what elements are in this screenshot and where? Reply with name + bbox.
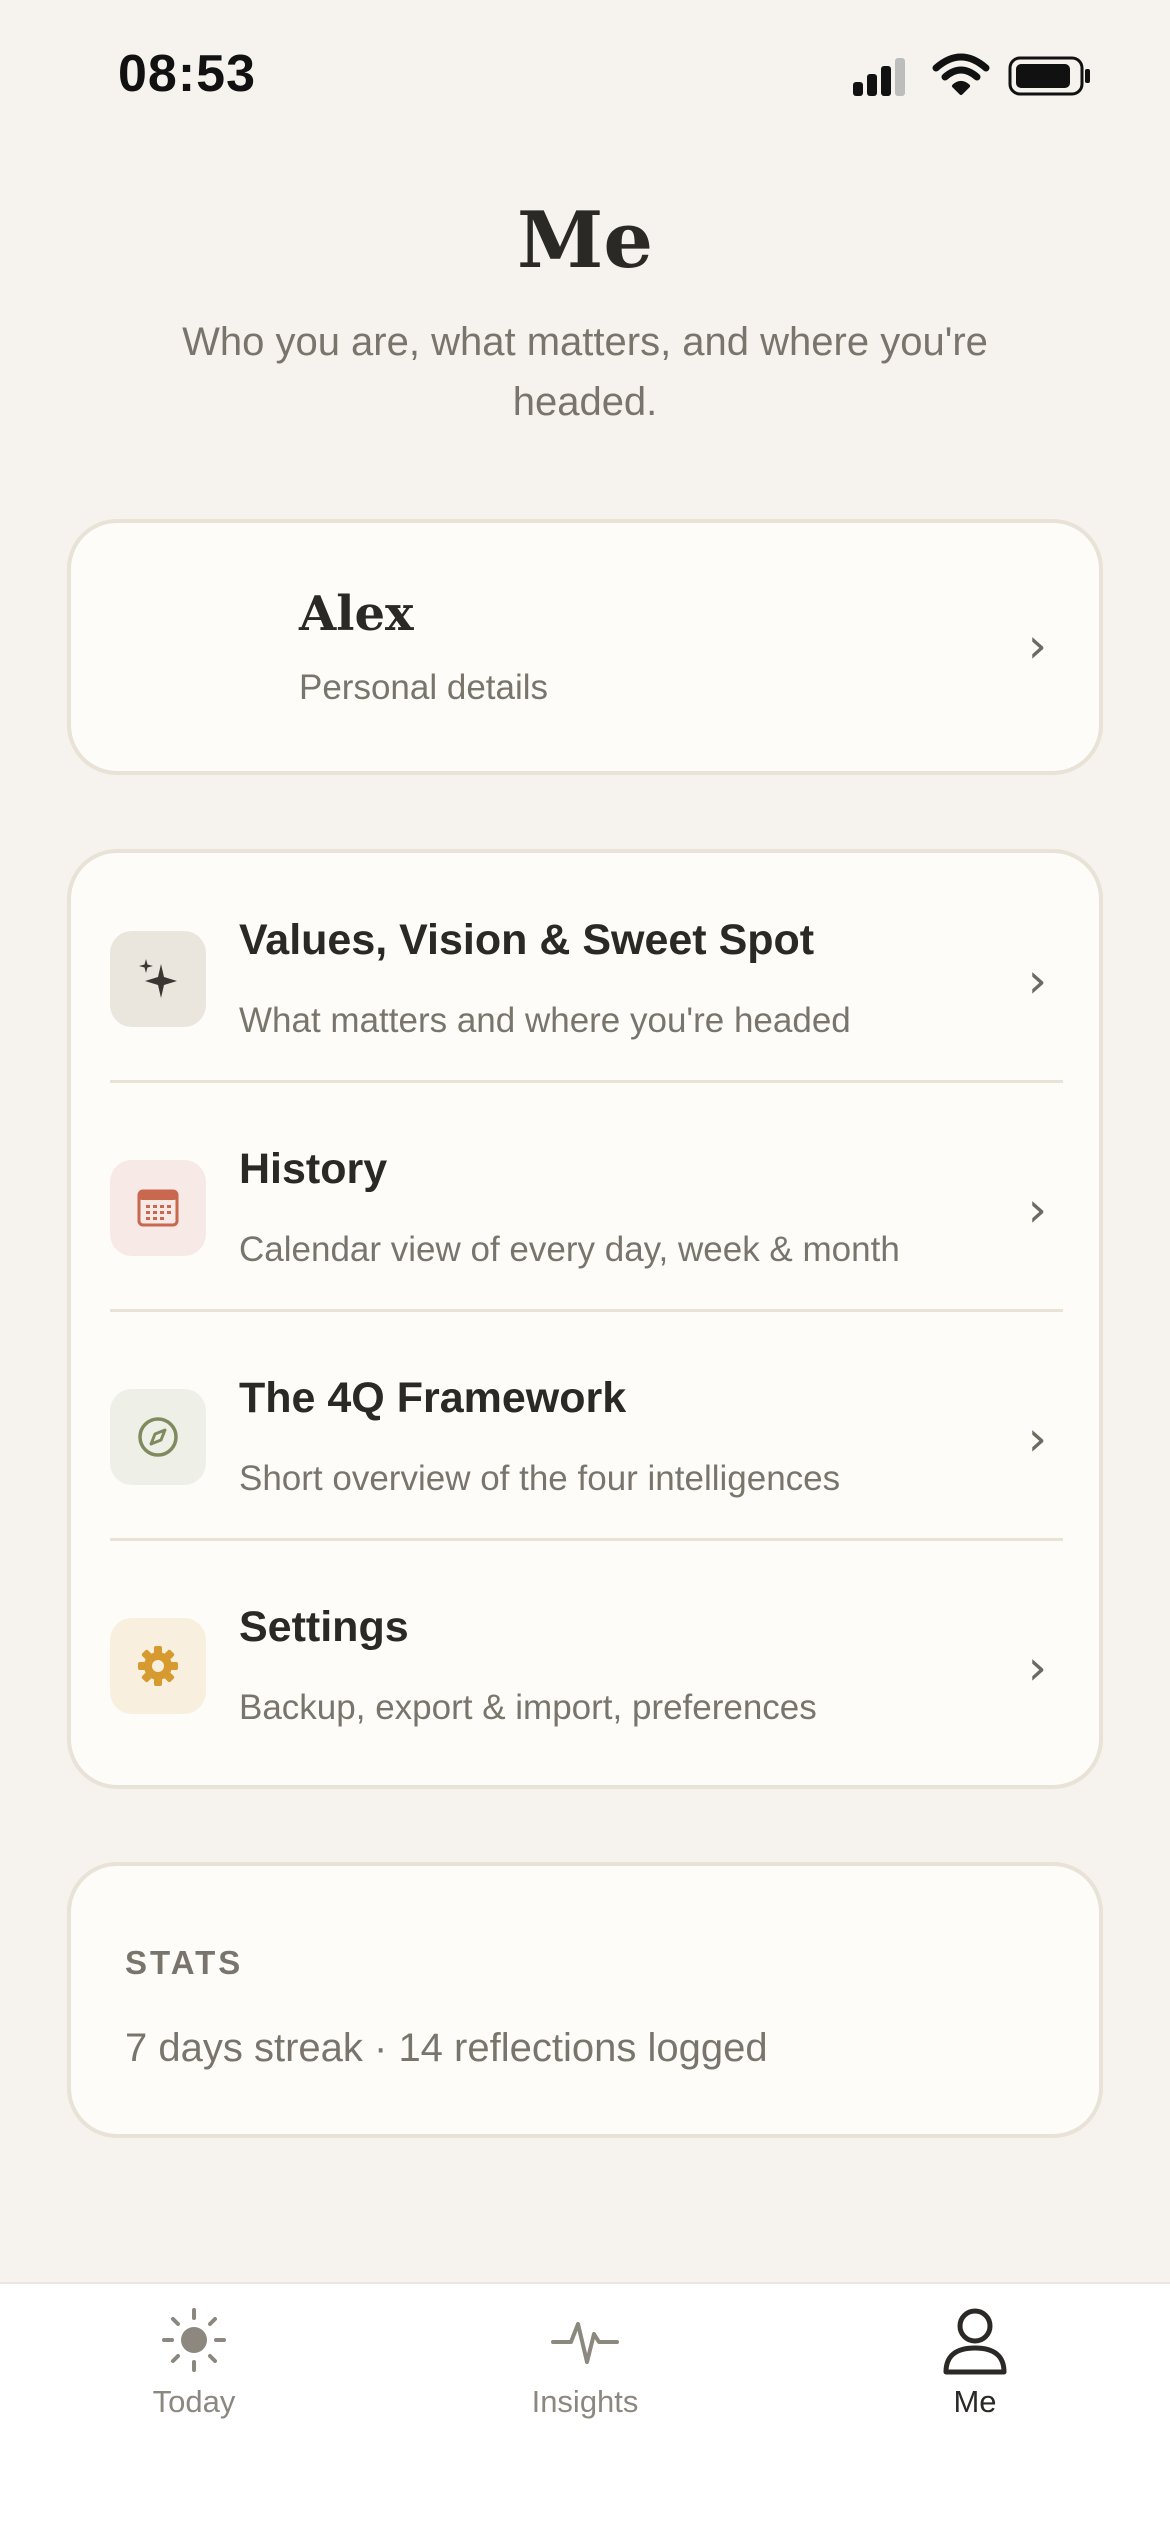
tab-me[interactable]: Me: [875, 2304, 1075, 2434]
calendar-icon: [110, 1160, 206, 1256]
tab-bar: Today Insights Me: [0, 2282, 1170, 2532]
gear-icon: [110, 1618, 206, 1714]
menu-item-values-vision[interactable]: Values, Vision & Sweet Spot What matters…: [71, 853, 1099, 1080]
chevron-right-icon: ›: [1027, 953, 1047, 1009]
profile-card[interactable]: Alex Personal details ›: [67, 519, 1103, 775]
menu-item-subtitle: Backup, export & import, preferences: [239, 1688, 817, 1727]
chevron-right-icon: ›: [1027, 618, 1047, 674]
menu-item-title: Values, Vision & Sweet Spot: [239, 916, 815, 964]
compass-icon: [110, 1389, 206, 1485]
menu-card: Values, Vision & Sweet Spot What matters…: [67, 849, 1103, 1789]
menu-item-4q-framework[interactable]: The 4Q Framework Short overview of the f…: [71, 1311, 1099, 1538]
battery-icon: [1008, 56, 1092, 101]
person-icon: [943, 2308, 1007, 2375]
menu-item-settings[interactable]: Settings Backup, export & import, prefer…: [71, 1540, 1099, 1767]
tab-insights[interactable]: Insights: [485, 2304, 685, 2434]
stats-label: STATS: [125, 1944, 244, 1981]
chevron-right-icon: ›: [1027, 1182, 1047, 1238]
status-bar: 08:53: [0, 0, 1170, 150]
me-screen: 08:53 Me Who you are, what matters, and …: [0, 0, 1170, 2532]
profile-subtitle: Personal details: [299, 668, 549, 707]
sun-icon: [162, 2308, 226, 2372]
tab-label: Insights: [531, 2384, 639, 2419]
profile-name: Alex: [299, 586, 414, 642]
stats-card: STATS 7 days streak · 14 reflections log…: [67, 1862, 1103, 2138]
page-title: Me: [517, 195, 653, 286]
pulse-icon: [551, 2322, 619, 2364]
chevron-right-icon: ›: [1027, 1640, 1047, 1696]
menu-item-title: Settings: [239, 1603, 409, 1651]
tab-label: Me: [953, 2384, 997, 2419]
menu-item-subtitle: What matters and where you're headed: [239, 1001, 851, 1040]
menu-item-subtitle: Short overview of the four intelligences: [239, 1459, 841, 1498]
menu-item-subtitle: Calendar view of every day, week & month: [239, 1230, 900, 1269]
tab-label: Today: [152, 2384, 236, 2419]
chevron-right-icon: ›: [1027, 1411, 1047, 1467]
wifi-icon: [932, 52, 990, 101]
status-time: 08:53: [118, 45, 256, 103]
cellular-signal-icon: [853, 58, 915, 105]
stats-summary: 7 days streak · 14 reflections logged: [125, 2026, 768, 2070]
page-subtitle: Who you are, what matters, and where you…: [182, 320, 988, 424]
tab-today[interactable]: Today: [94, 2304, 294, 2434]
menu-item-history[interactable]: History Calendar view of every day, week…: [71, 1082, 1099, 1309]
sparkle-icon: [110, 931, 206, 1027]
menu-item-title: History: [239, 1145, 388, 1193]
menu-item-title: The 4Q Framework: [239, 1374, 627, 1422]
